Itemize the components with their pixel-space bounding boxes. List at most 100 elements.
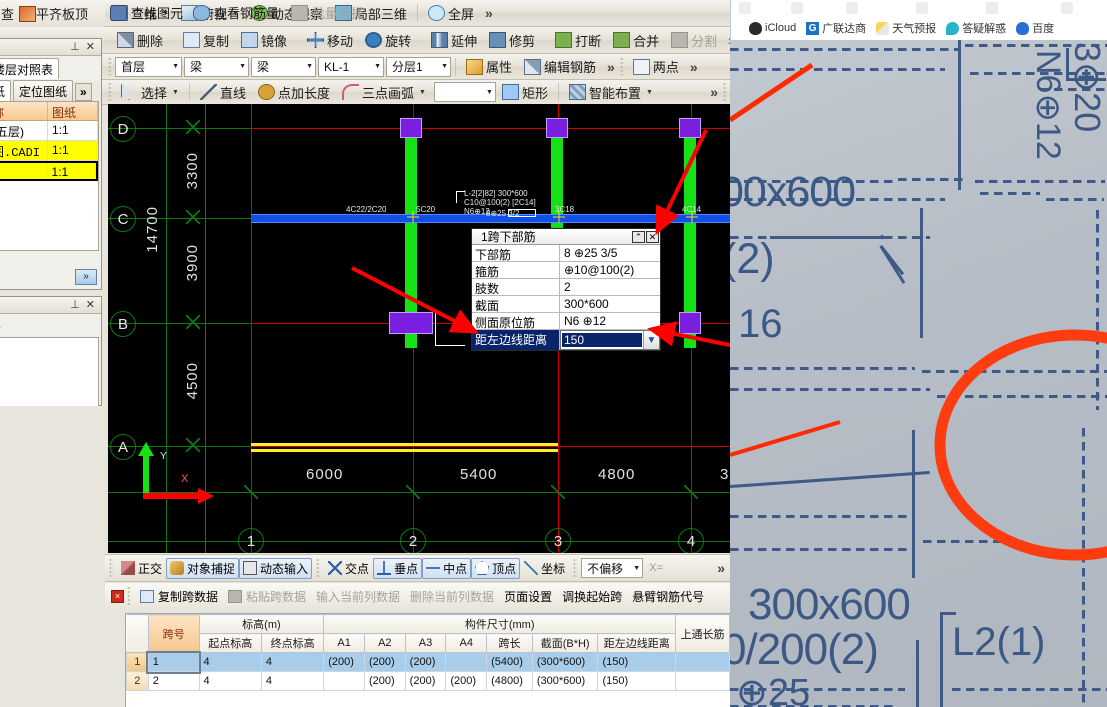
combo-offset-mode[interactable]: 不偏移 ▼ (581, 558, 644, 578)
close-table-icon[interactable]: × (111, 589, 124, 603)
ribbon-btn-break[interactable]: 打断 (549, 29, 607, 51)
combo-type[interactable]: 梁 ▼ (251, 56, 316, 77)
ribbon-btn-trim[interactable]: 修剪 (483, 29, 541, 51)
axis-bubble-4[interactable]: 4 (678, 528, 704, 553)
cell-span-number[interactable]: 2 (147, 671, 200, 691)
ribbon-btn-extend[interactable]: 延伸 (425, 29, 483, 51)
bookmark-glodon[interactable]: G 广联达商 (802, 19, 870, 37)
dialog-row-stirrup[interactable]: 箍筋 ⊕10@100(2) (472, 262, 660, 279)
row-value[interactable]: ⊕10@100(2) (560, 262, 660, 278)
chevron-down-icon[interactable]: ▼ (302, 63, 313, 70)
dialog-row-side-rebar[interactable]: 侧面原位筋 N6 ⊕12 (472, 313, 660, 330)
cell-left-edge-distance[interactable]: (150) (597, 671, 677, 691)
column-D2[interactable] (400, 118, 422, 138)
combo-layer[interactable]: 分层1 ▼ (386, 56, 451, 77)
close-icon[interactable]: ✕ (86, 41, 95, 53)
toolbar-grip[interactable] (127, 586, 131, 606)
dialog-row-left-edge-distance[interactable]: 距左边线距离 150 ▼ (472, 330, 660, 350)
ribbon-btn-properties[interactable]: 属性 (460, 56, 518, 78)
cell-span-length[interactable]: (4800) (486, 671, 533, 691)
ribbon-overflow-view[interactable]: » (480, 5, 498, 21)
combo-floor[interactable]: 首层 ▼ (115, 56, 182, 77)
axis-bubble-B[interactable]: B (110, 311, 136, 337)
dialog-row-bottom-rebar[interactable]: 下部筋 8 ⊕25 3/5 (472, 245, 660, 262)
chevron-down-icon[interactable]: ▼ (437, 63, 448, 70)
chevron-down-icon[interactable]: ▼ (172, 89, 179, 96)
axis-bubble-D[interactable]: D (110, 116, 136, 142)
pin-icon[interactable]: ⊥ (70, 41, 80, 53)
bookmark-icloud[interactable]: iCloud (745, 21, 800, 36)
table-row[interactable]: 1 1 4 4 (200) (200) (200) (5400) (300*60… (126, 650, 730, 674)
chevron-down-icon[interactable]: ▼ (629, 565, 640, 572)
axis-bubble-2[interactable]: 2 (400, 528, 426, 553)
cell-a4[interactable]: (200) (445, 671, 488, 691)
btn-page-setup[interactable]: 页面设置 (499, 586, 557, 607)
drawings-row[interactable]: 宅(五层) 1:1 (0, 121, 98, 141)
ribbon-btn-select[interactable]: 选择 ▼ (115, 81, 185, 103)
btn-cantilever-rebar-code[interactable]: 悬臂钢筋代号 (627, 586, 709, 607)
cell-section[interactable]: (300*600) (531, 652, 599, 672)
chevron-down-icon[interactable]: ▼ (646, 89, 653, 96)
cell-span-length[interactable]: (5400) (486, 652, 533, 672)
cell-top-rebar[interactable] (675, 671, 730, 691)
close-icon[interactable]: ✕ (646, 230, 659, 243)
ribbon-btn-three-point-arc[interactable]: 三点画弧 ▼ (336, 81, 432, 103)
cell-start-elev[interactable]: 4 (198, 652, 262, 672)
table-row[interactable]: 2 2 4 4 (200) (200) (200) (4800) (300*60… (126, 671, 730, 691)
ribbon-overflow-draw[interactable]: » (705, 84, 723, 100)
ribbon-btn-line[interactable]: 直线 (194, 81, 252, 103)
cell-start-elev[interactable]: 4 (198, 671, 262, 691)
cell-a3[interactable]: (200) (404, 652, 447, 672)
cell-span-number[interactable]: 1 (146, 650, 202, 674)
row-value[interactable]: 8 ⊕25 3/5 (560, 245, 660, 261)
ribbon-btn-merge[interactable]: 合并 (607, 29, 665, 51)
chevron-down-icon[interactable]: ▼ (643, 331, 659, 349)
cell-top-rebar[interactable] (675, 652, 730, 672)
dialog-row-leg-count[interactable]: 肢数 2 (472, 279, 660, 296)
ribbon-btn-view-rebar-qty[interactable]: 查看钢筋量 (214, 3, 279, 22)
ribbon-btn-delete[interactable]: 删除 (111, 29, 169, 51)
axis-bubble-C[interactable]: C (110, 206, 136, 232)
btn-copy-span-data[interactable]: 复制跨数据 (135, 586, 223, 607)
tab-drawings[interactable]: 图纸 (0, 80, 12, 101)
bookmark-baidu[interactable]: 百度 (1012, 19, 1058, 37)
chevron-down-icon[interactable]: ▼ (168, 63, 179, 70)
ribbon-btn-copy[interactable]: 复制 (177, 29, 235, 51)
ribbon-btn-two-point[interactable]: 两点 (627, 56, 685, 78)
bookmark-qa[interactable]: 答疑解惑 (942, 19, 1010, 37)
layers-list[interactable] (0, 337, 99, 407)
bookmark-weather[interactable]: 天气预报 (872, 19, 940, 37)
cell-a3[interactable]: (200) (404, 671, 447, 691)
column-D4[interactable] (679, 118, 701, 138)
collapse-icon[interactable]: ⌃ (632, 230, 645, 243)
span-data-table[interactable]: 跨号 标高(m) 构件尺寸(mm) 上通长筋 起点标高 终点标高 A1 A2 A… (125, 613, 730, 707)
close-icon[interactable]: ✕ (86, 299, 95, 311)
beam-A-top[interactable] (251, 443, 558, 446)
tab-drawing-floor-map[interactable]: 纸楼层对照表 (0, 58, 60, 79)
dialog-titlebar[interactable]: 1跨下部筋 ⌃ ✕ (472, 229, 660, 245)
blueprint-photo[interactable]: 00x600 (2) 16 3⊕20 N6⊕12 300x600 0/200(2… (730, 40, 1107, 707)
drawing-name[interactable] (0, 163, 48, 179)
panel-next-button[interactable]: » (75, 269, 97, 285)
tab-locate-drawings[interactable]: 定位图纸 (13, 80, 74, 101)
axis-bubble-1[interactable]: 1 (238, 528, 264, 553)
status-btn-ortho[interactable]: 正交 (117, 558, 166, 579)
ribbon-btn-mirror[interactable]: 镜像 (235, 29, 293, 51)
drawings-row[interactable]: 构图.CADI 1:1 (0, 141, 98, 161)
cell-a2[interactable]: (200) (363, 652, 406, 672)
row-value[interactable]: 2 (560, 279, 660, 295)
ribbon-btn-search-label[interactable]: 查 (0, 4, 14, 23)
dialog-row-section[interactable]: 截面 300*600 (472, 296, 660, 313)
axis-bubble-3[interactable]: 3 (545, 528, 571, 553)
axis-bubble-A[interactable]: A (110, 434, 136, 460)
ribbon-overflow-properties[interactable]: » (602, 59, 620, 75)
cell-a1[interactable]: (200) (323, 652, 365, 672)
ribbon-btn-smart-layout[interactable]: 智能布置 ▼ (563, 81, 659, 103)
ribbon-btn-move[interactable]: 移动 (301, 29, 359, 51)
status-btn-perpendicular[interactable]: 垂点 (373, 557, 423, 579)
combo-category[interactable]: 梁 ▼ (184, 56, 249, 77)
status-btn-intersection[interactable]: 交点 (324, 558, 373, 579)
ribbon-btn-find-element[interactable]: 查找图元 (131, 3, 183, 22)
pin-icon[interactable]: ⊥ (70, 299, 80, 311)
cell-a2[interactable]: (200) (363, 671, 406, 691)
